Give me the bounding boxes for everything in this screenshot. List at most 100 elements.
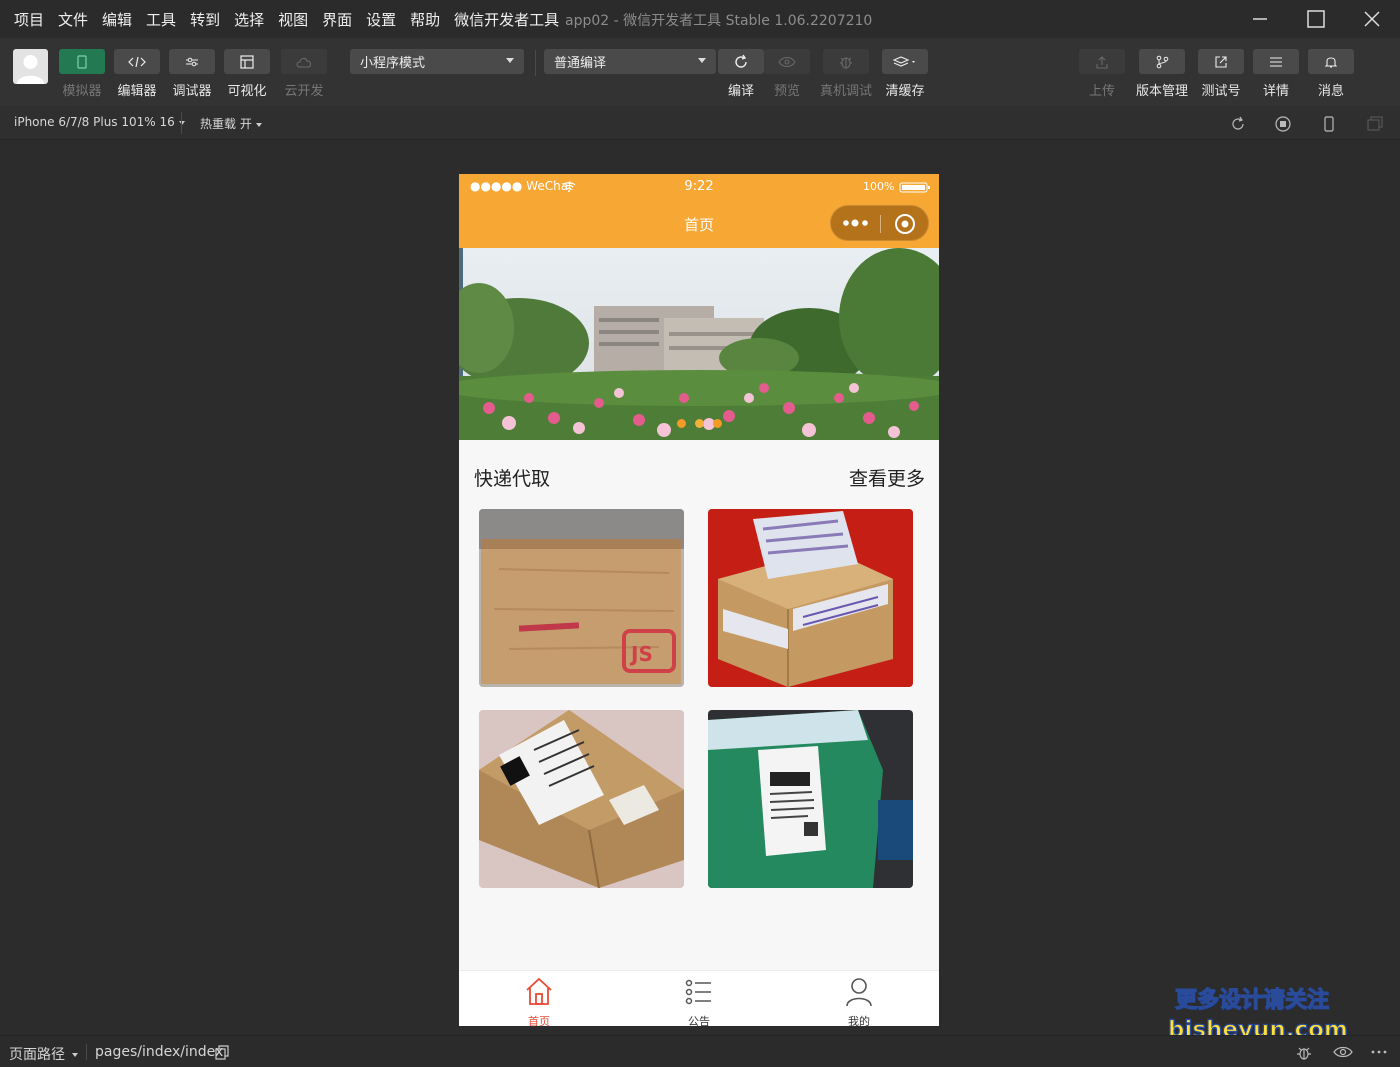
more-horizontal-icon[interactable] bbox=[1371, 1050, 1387, 1054]
messages-button[interactable] bbox=[1308, 49, 1354, 74]
tab-mine[interactable]: 我的 bbox=[779, 971, 939, 1026]
window-title: app02 - 微信开发者工具 Stable 1.06.2207210 bbox=[565, 13, 873, 29]
view-more-link[interactable]: 查看更多 bbox=[849, 464, 925, 491]
menu-wechat-devtools[interactable]: 微信开发者工具 bbox=[454, 9, 559, 30]
menu-view[interactable]: 视图 bbox=[278, 9, 308, 30]
visual-button[interactable] bbox=[224, 49, 270, 74]
more-dots-icon[interactable] bbox=[843, 218, 869, 228]
preview-button[interactable] bbox=[764, 49, 810, 74]
compile-button[interactable] bbox=[718, 49, 764, 74]
chevron-down-icon bbox=[698, 58, 706, 63]
menu-interface[interactable]: 界面 bbox=[322, 9, 352, 30]
menu-select[interactable]: 选择 bbox=[234, 9, 264, 30]
tab-notice[interactable]: 公告 bbox=[619, 971, 779, 1026]
menu-edit[interactable]: 编辑 bbox=[102, 9, 132, 30]
indicator-dot[interactable] bbox=[677, 419, 686, 428]
menu-project[interactable]: 项目 bbox=[14, 9, 44, 30]
tab-mine-label: 我的 bbox=[848, 1015, 870, 1026]
device-select[interactable]: iPhone 6/7/8 Plus 101% 16 bbox=[14, 115, 185, 129]
parcel-image bbox=[708, 509, 913, 687]
cloud-label: 云开发 bbox=[284, 84, 324, 99]
compile-select-value: 普通编译 bbox=[554, 56, 607, 71]
window-controls bbox=[1232, 0, 1400, 38]
indicator-dot-active[interactable] bbox=[695, 419, 704, 428]
messages-tool[interactable]: 消息 bbox=[1308, 49, 1354, 99]
main-toolbar: 模拟器 编辑器 调试器 可视化 云开发 小程序模式 普通编译 编译 预览 真机调… bbox=[0, 38, 1400, 106]
cloud-button[interactable] bbox=[281, 49, 327, 74]
simulator-tool[interactable]: 模拟器 bbox=[59, 49, 105, 99]
page-path-select[interactable]: 页面路径 bbox=[9, 1044, 78, 1064]
close-button[interactable] bbox=[1344, 0, 1400, 38]
mode-select[interactable]: 小程序模式 bbox=[350, 49, 524, 74]
debugger-button[interactable] bbox=[169, 49, 215, 74]
upload-button[interactable] bbox=[1079, 49, 1125, 74]
menu-settings[interactable]: 设置 bbox=[366, 9, 396, 30]
test-account-tool[interactable]: 测试号 bbox=[1198, 49, 1244, 99]
eye-icon[interactable] bbox=[1333, 1045, 1353, 1059]
version-button[interactable] bbox=[1139, 49, 1185, 74]
battery-text: 100% bbox=[863, 180, 895, 193]
parcel-image: JS bbox=[479, 509, 684, 687]
remote-debug-tool[interactable]: 真机调试 bbox=[820, 49, 872, 99]
version-tool[interactable]: 版本管理 bbox=[1136, 49, 1188, 99]
maximize-icon bbox=[1307, 10, 1325, 28]
campus-banner-image bbox=[459, 248, 939, 440]
test-account-button[interactable] bbox=[1198, 49, 1244, 74]
clear-cache-button[interactable] bbox=[882, 49, 928, 74]
capsule-divider bbox=[880, 215, 881, 233]
bug-icon[interactable] bbox=[1295, 1044, 1313, 1062]
record-icon[interactable] bbox=[1274, 115, 1292, 133]
device-icon[interactable] bbox=[1320, 115, 1338, 133]
editor-button[interactable] bbox=[114, 49, 160, 74]
page-path-label: 页面路径 bbox=[9, 1047, 65, 1063]
bug-icon bbox=[840, 56, 852, 69]
parcel-image bbox=[479, 710, 684, 888]
cloud-tool[interactable]: 云开发 bbox=[281, 49, 327, 99]
eye-icon bbox=[778, 56, 796, 67]
branch-icon bbox=[1156, 55, 1169, 68]
parcel-card[interactable]: JS bbox=[479, 509, 684, 687]
layout-icon bbox=[240, 54, 254, 69]
upload-tool[interactable]: 上传 bbox=[1079, 49, 1125, 99]
remote-debug-label: 真机调试 bbox=[819, 84, 872, 99]
hot-reload-value: 热重载 开 bbox=[200, 117, 252, 131]
parcel-card[interactable] bbox=[708, 710, 913, 888]
popout-icon[interactable] bbox=[1366, 115, 1384, 133]
visual-tool[interactable]: 可视化 bbox=[224, 49, 270, 99]
hot-reload-toggle[interactable]: 热重载 开 bbox=[200, 115, 262, 132]
debugger-tool[interactable]: 调试器 bbox=[169, 49, 215, 99]
debug-switch-icon bbox=[186, 57, 198, 66]
close-target-icon[interactable] bbox=[894, 213, 916, 235]
editor-tool[interactable]: 编辑器 bbox=[114, 49, 160, 99]
remote-debug-button[interactable] bbox=[823, 49, 869, 74]
details-tool[interactable]: 详情 bbox=[1253, 49, 1299, 99]
preview-tool[interactable]: 预览 bbox=[764, 49, 810, 99]
banner-swiper[interactable] bbox=[459, 248, 939, 440]
clear-cache-tool[interactable]: 清缓存 bbox=[882, 49, 928, 99]
upload-label: 上传 bbox=[1088, 84, 1115, 99]
menu-help[interactable]: 帮助 bbox=[410, 9, 440, 30]
user-avatar[interactable] bbox=[13, 49, 48, 84]
rotate-icon[interactable] bbox=[1229, 115, 1247, 133]
chevron-down-icon bbox=[506, 58, 514, 63]
minimize-button[interactable] bbox=[1232, 0, 1288, 38]
code-icon bbox=[128, 56, 146, 67]
parcel-card[interactable] bbox=[708, 509, 913, 687]
parcel-image bbox=[708, 710, 913, 888]
simulator-subbar: iPhone 6/7/8 Plus 101% 16 热重载 开 bbox=[0, 106, 1400, 140]
menu-goto[interactable]: 转到 bbox=[190, 9, 220, 30]
details-button[interactable] bbox=[1253, 49, 1299, 74]
tab-home-label: 首页 bbox=[528, 1015, 550, 1026]
parcel-card[interactable] bbox=[479, 710, 684, 888]
compile-select[interactable]: 普通编译 bbox=[544, 49, 716, 74]
maximize-button[interactable] bbox=[1288, 0, 1344, 38]
indicator-dot[interactable] bbox=[713, 419, 722, 428]
simulator-button[interactable] bbox=[59, 49, 105, 74]
phone-simulator: ●●●●● WeChat 9:22 100% 首页 快递代取 查看更多 JS 首… bbox=[459, 174, 939, 1026]
menu-tools[interactable]: 工具 bbox=[146, 9, 176, 30]
menu-file[interactable]: 文件 bbox=[58, 9, 88, 30]
bottombar-divider bbox=[86, 1044, 87, 1060]
user-icon bbox=[846, 978, 872, 1007]
copy-icon[interactable] bbox=[215, 1045, 230, 1060]
tab-home[interactable]: 首页 bbox=[459, 971, 619, 1026]
